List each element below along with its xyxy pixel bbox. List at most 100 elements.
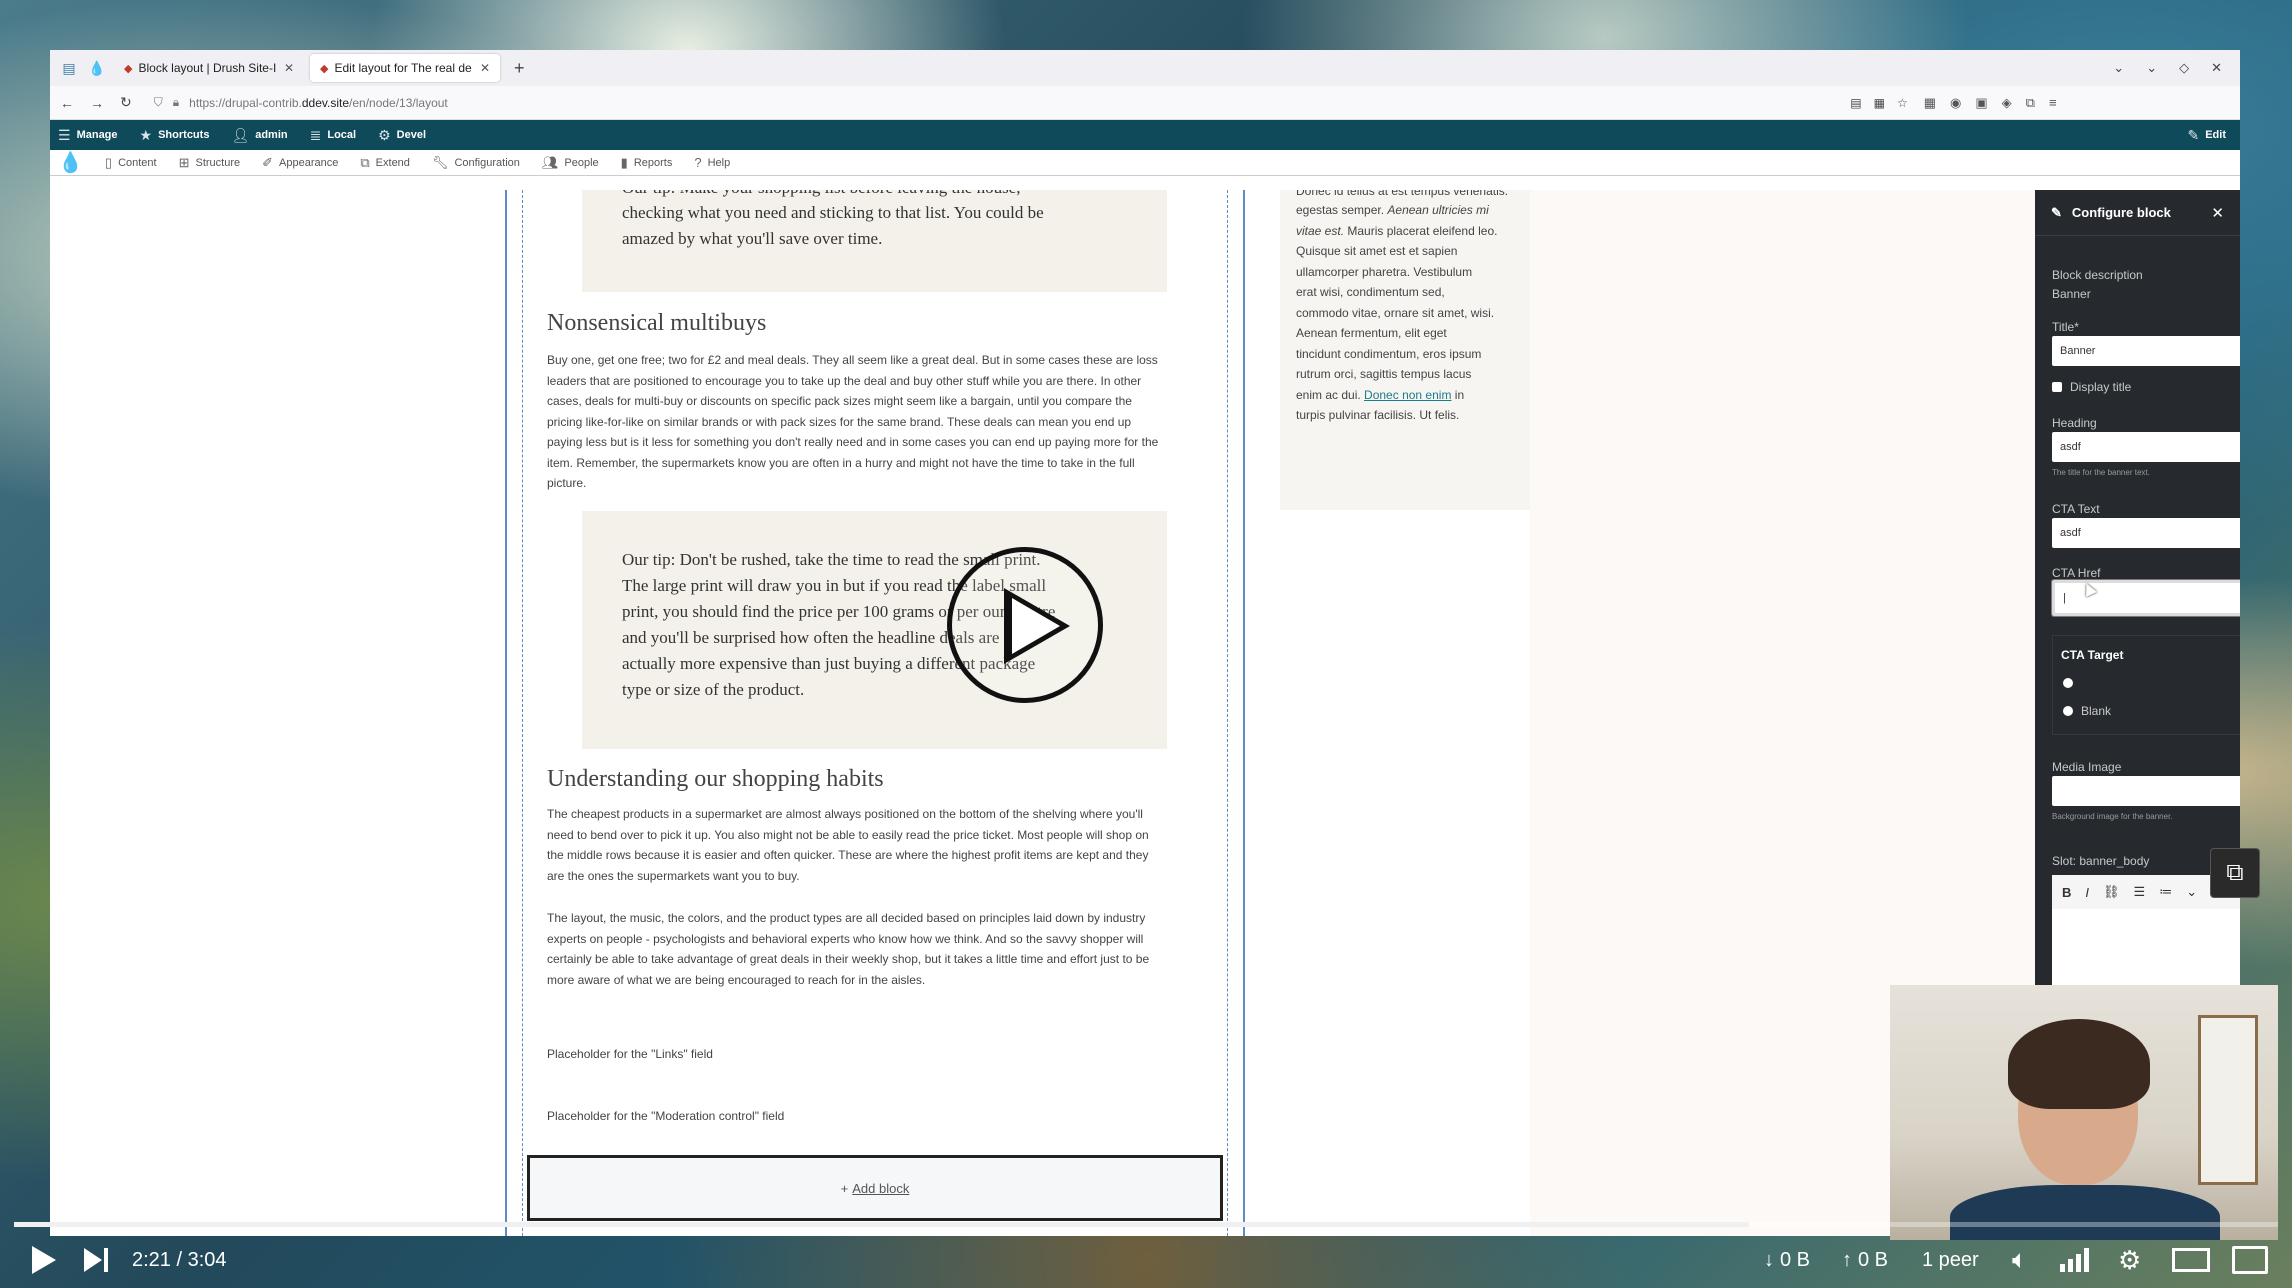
toolbar-manage[interactable]: ☰ Manage [58, 127, 118, 144]
druplicon-icon[interactable]: 💧 [58, 150, 83, 175]
sidebar-toggle-icon[interactable]: ▤ [58, 57, 80, 79]
paragraph-multibuys: Buy one, get one free; two for £2 and me… [547, 350, 1197, 494]
reload-icon[interactable]: ↻ [120, 94, 132, 111]
video-progress-bar[interactable] [14, 1222, 2278, 1227]
help-icon: ? [694, 155, 702, 170]
text-line: experts on people - psychologists and be… [547, 931, 1144, 946]
tray-structure[interactable]: ⊞ Structure [179, 155, 241, 171]
radio-dot[interactable] [2063, 706, 2073, 716]
checkbox-box[interactable] [2052, 382, 2062, 392]
chevron-down-icon[interactable]: ⌄ [2186, 884, 2197, 900]
video-progress-played [14, 1222, 1749, 1227]
play-icon [32, 1246, 56, 1274]
banner-body-editor[interactable] [2052, 909, 2240, 989]
picture-in-picture-icon[interactable]: ⧉ [2210, 848, 2260, 898]
play-button[interactable] [32, 1246, 56, 1274]
minimize-icon[interactable]: ⌄ [2146, 60, 2157, 76]
download-value: 0 B [1780, 1248, 1811, 1271]
italic-icon[interactable]: I [2085, 885, 2089, 900]
paragraph-layout-music: The layout, the music, the colors, and t… [547, 908, 1197, 990]
numbered-list-icon[interactable]: ≔ [2159, 884, 2172, 900]
extension-icon[interactable]: ◉ [1950, 95, 1961, 111]
toolbar-shortcuts-label: Shortcuts [158, 129, 210, 141]
video-controls: 2:21 / 3:04 ↓ 0 B ↑ 0 B 1 peer 🔈︎ ⚙ [0, 1236, 2292, 1284]
next-button[interactable] [84, 1248, 108, 1272]
text-line: leaders that are positioned to encourage… [547, 373, 1142, 388]
text-line: ullamcorper pharetra. Vestibulum [1296, 264, 1473, 279]
extensions-grid-icon[interactable]: ▦ [1924, 95, 1936, 111]
webcam-person-body [1950, 1185, 2220, 1240]
cta-target-radio-blank[interactable]: Blank [2063, 704, 2111, 718]
signal-icon[interactable] [2060, 1248, 2089, 1272]
theater-mode-icon[interactable] [2172, 1248, 2210, 1272]
forward-icon[interactable]: → [90, 95, 104, 111]
title-label: Title* [2052, 320, 2079, 334]
new-tab-icon[interactable]: + [506, 58, 533, 79]
pencil-icon: ✎ [2187, 126, 2200, 143]
close-window-icon[interactable]: ✕ [2211, 60, 2222, 76]
restore-icon[interactable]: ◇ [2179, 60, 2189, 76]
list-tabs-icon[interactable]: ⌄ [2113, 60, 2124, 76]
media-image-field[interactable] [2052, 776, 2240, 806]
container-icon[interactable]: ▣ [1975, 95, 1987, 111]
text-line: pricing like-for-like on similar brands … [547, 414, 1132, 429]
qr-icon[interactable]: ▦ [1874, 96, 1885, 110]
tray-appearance[interactable]: ✐ Appearance [262, 155, 338, 171]
tab-strip: ▤ 💧 ◆ Block layout | Drush Site-I ✕ ◆ Ed… [50, 50, 2240, 86]
close-icon[interactable]: ✕ [2211, 204, 2224, 222]
tray-people[interactable]: 👥︎ People [542, 155, 599, 171]
reader-icon[interactable]: ▤ [1850, 96, 1861, 110]
settings-gear-icon[interactable]: ⚙ [2118, 1245, 2141, 1276]
toolbar-shortcuts[interactable]: ★ Shortcuts [140, 127, 210, 144]
extension-blue-icon[interactable]: ◈ [2002, 95, 2012, 111]
toolbar-edit-label: Edit [2205, 129, 2226, 141]
display-title-label: Display title [2070, 380, 2132, 394]
tip-line: amazed by what you'll save over time. [622, 229, 883, 248]
toolbar-local[interactable]: ≣ Local [310, 127, 356, 144]
close-tab-icon[interactable]: ✕ [480, 61, 490, 75]
heading-field[interactable]: asdf [2052, 432, 2240, 462]
text-line: The layout, the music, the colors, and t… [547, 911, 1146, 925]
tray-reports[interactable]: ▮ Reports [621, 155, 673, 171]
sidebar-link[interactable]: Donec non enim [1364, 388, 1451, 402]
bold-icon[interactable]: B [2062, 885, 2071, 900]
cta-target-radio-none[interactable] [2063, 678, 2073, 688]
tab-edit-layout[interactable]: ◆ Edit layout for The real de ✕ [310, 54, 500, 82]
tray-people-label: People [564, 156, 599, 169]
title-field[interactable]: Banner [2052, 336, 2240, 366]
cta-text-field[interactable]: asdf [2052, 518, 2240, 548]
bookmark-star-icon[interactable]: ☆ [1897, 96, 1908, 110]
menu-icon[interactable]: ≡ [2049, 95, 2057, 111]
display-title-checkbox[interactable]: Display title [2052, 380, 2131, 394]
pencil-icon: ✎ [2051, 204, 2062, 220]
drupal-tab-icon[interactable]: 💧 [86, 57, 108, 79]
plus-icon: + [840, 1180, 849, 1196]
paragraph-shelving: The cheapest products in a supermarket a… [547, 804, 1197, 886]
toolbar-devel[interactable]: ⚙ Devel [378, 127, 426, 144]
link-icon[interactable]: ⛓ [2103, 884, 2120, 900]
tray-configuration[interactable]: 🔧︎ Configuration [432, 155, 520, 171]
add-block-label: Add block [852, 1180, 910, 1196]
toolbar-edit[interactable]: ✎ Edit [2187, 127, 2240, 144]
hamburger-icon: ☰ [58, 126, 71, 143]
toolbar-admin[interactable]: 👤︎ admin [231, 127, 287, 144]
volume-icon[interactable]: 🔈︎ [2012, 1244, 2028, 1276]
tray-extend[interactable]: ⧉ Extend [360, 155, 410, 171]
radio-dot[interactable] [2063, 678, 2073, 688]
tray-help[interactable]: ? Help [694, 155, 730, 170]
fullscreen-icon[interactable] [2232, 1246, 2268, 1274]
add-block-button[interactable]: + Add block [527, 1155, 1223, 1221]
block-description-label: Block description [2052, 268, 2143, 282]
tray-content[interactable]: ▯ Content [105, 155, 157, 171]
big-play-button[interactable] [947, 547, 1103, 703]
window-controls: ⌄ ⌄ ◇ ✕ [2113, 60, 2240, 76]
toolbar-admin-label: admin [255, 129, 288, 141]
puzzle-icon[interactable]: ⧉ [2026, 95, 2035, 111]
address-bar[interactable]: ⛉ 🔒︎ https://drupal-contrib.ddev.site/en… [148, 90, 1908, 116]
text-line: item. Remember, the supermarkets know yo… [547, 455, 1135, 470]
tab-block-layout[interactable]: ◆ Block layout | Drush Site-I ✕ [114, 54, 304, 82]
back-icon[interactable]: ← [60, 95, 74, 111]
tray-configuration-label: Configuration [454, 156, 520, 169]
bullet-list-icon[interactable]: ☰ [2134, 884, 2146, 900]
close-tab-icon[interactable]: ✕ [284, 61, 294, 75]
